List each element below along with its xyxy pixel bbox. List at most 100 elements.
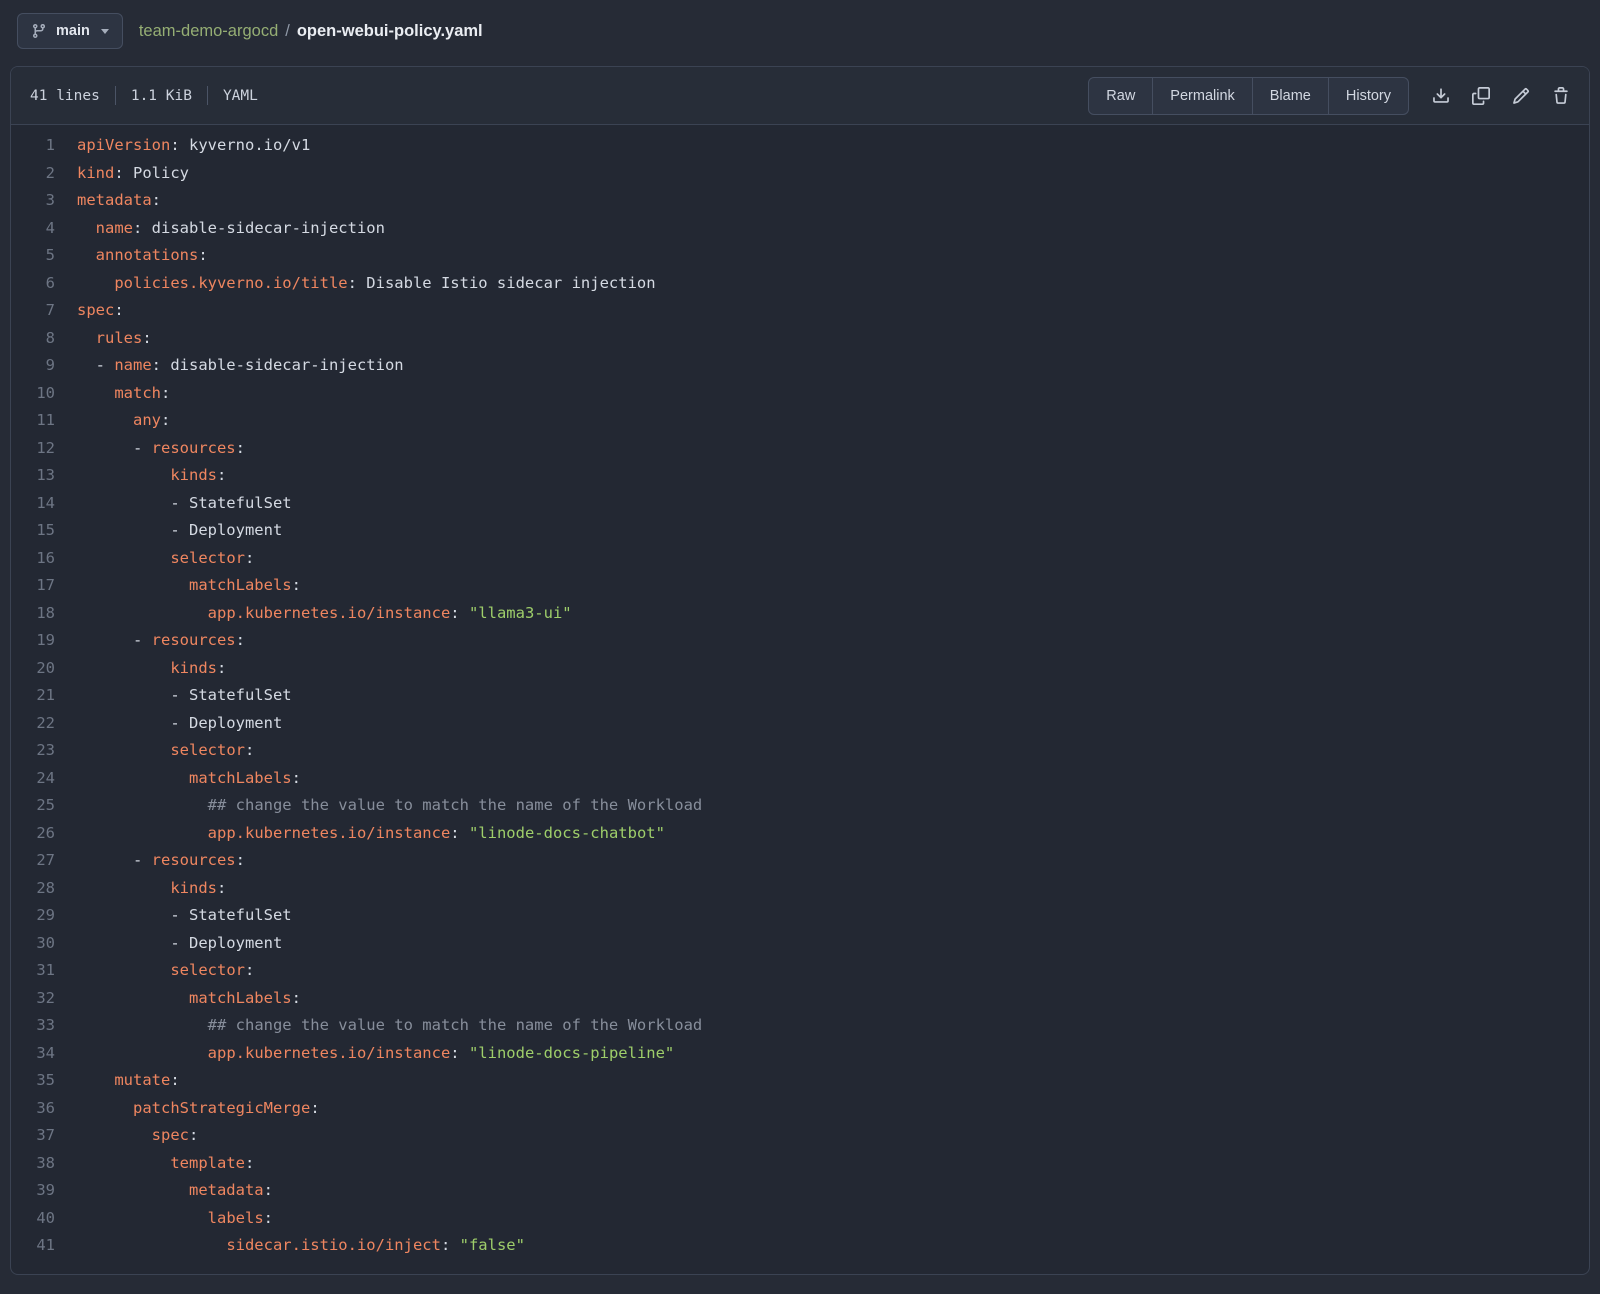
line-number[interactable]: 4 [11,215,77,243]
code-text: patchStrategicMerge: [77,1095,320,1123]
code-line: 16 selector: [11,545,1589,573]
code-line: 35 mutate: [11,1067,1589,1095]
line-number[interactable]: 14 [11,490,77,518]
code-line: 4 name: disable-sidecar-injection [11,215,1589,243]
line-number[interactable]: 24 [11,765,77,793]
code-text: matchLabels: [77,572,301,600]
blame-button[interactable]: Blame [1253,77,1329,115]
line-number[interactable]: 38 [11,1150,77,1178]
permalink-button[interactable]: Permalink [1153,77,1252,115]
code-line: 27 - resources: [11,847,1589,875]
line-number[interactable]: 28 [11,875,77,903]
code-line: 38 template: [11,1150,1589,1178]
code-line: 11 any: [11,407,1589,435]
line-number[interactable]: 31 [11,957,77,985]
code-text: - StatefulSet [77,682,292,710]
line-number[interactable]: 27 [11,847,77,875]
code-line: 40 labels: [11,1205,1589,1233]
line-number[interactable]: 29 [11,902,77,930]
code-text: kinds: [77,462,226,490]
code-line: 39 metadata: [11,1177,1589,1205]
code-text: mutate: [77,1067,180,1095]
file-header-bar: 41 lines 1.1 KiB YAML Raw Permalink Blam… [11,67,1589,125]
divider [207,86,208,105]
line-number[interactable]: 10 [11,380,77,408]
line-number[interactable]: 34 [11,1040,77,1068]
line-number[interactable]: 5 [11,242,77,270]
line-number[interactable]: 7 [11,297,77,325]
code-text: app.kubernetes.io/instance: "linode-docs… [77,1040,674,1068]
code-line: 3metadata: [11,187,1589,215]
download-icon[interactable] [1423,78,1459,114]
code-line: 34 app.kubernetes.io/instance: "linode-d… [11,1040,1589,1068]
code-text: selector: [77,545,254,573]
code-text: kinds: [77,655,226,683]
code-text: - StatefulSet [77,902,292,930]
branch-selector[interactable]: main [17,13,123,49]
line-number[interactable]: 35 [11,1067,77,1095]
line-number[interactable]: 39 [11,1177,77,1205]
code-text: sidecar.istio.io/inject: "false" [77,1232,525,1260]
code-text: - Deployment [77,930,282,958]
code-text: template: [77,1150,254,1178]
line-number[interactable]: 41 [11,1232,77,1260]
file-actions: Raw Permalink Blame History [1088,77,1579,115]
line-number[interactable]: 23 [11,737,77,765]
line-number[interactable]: 25 [11,792,77,820]
line-number[interactable]: 15 [11,517,77,545]
edit-icon[interactable] [1503,78,1539,114]
code-line: 10 match: [11,380,1589,408]
line-number[interactable]: 1 [11,132,77,160]
line-number[interactable]: 8 [11,325,77,353]
delete-icon[interactable] [1543,78,1579,114]
code-line: 6 policies.kyverno.io/title: Disable Ist… [11,270,1589,298]
code-line: 41 sidecar.istio.io/inject: "false" [11,1232,1589,1260]
line-number[interactable]: 37 [11,1122,77,1150]
line-number[interactable]: 16 [11,545,77,573]
file-size: 1.1 KiB [131,88,192,104]
code-line: 21 - StatefulSet [11,682,1589,710]
code-text: spec: [77,297,124,325]
code-line: 26 app.kubernetes.io/instance: "linode-d… [11,820,1589,848]
line-number[interactable]: 40 [11,1205,77,1233]
code-text: name: disable-sidecar-injection [77,215,385,243]
line-number[interactable]: 21 [11,682,77,710]
copy-icon[interactable] [1463,78,1499,114]
code-line: 36 patchStrategicMerge: [11,1095,1589,1123]
code-text: kind: Policy [77,160,189,188]
line-number[interactable]: 36 [11,1095,77,1123]
line-number[interactable]: 20 [11,655,77,683]
breadcrumb-repo-link[interactable]: team-demo-argocd [139,22,278,41]
history-button[interactable]: History [1329,77,1409,115]
code-line: 20 kinds: [11,655,1589,683]
line-number[interactable]: 11 [11,407,77,435]
breadcrumb: team-demo-argocd / open-webui-policy.yam… [139,22,483,41]
code-text: annotations: [77,242,208,270]
code-line: 24 matchLabels: [11,765,1589,793]
line-number[interactable]: 32 [11,985,77,1013]
line-number[interactable]: 17 [11,572,77,600]
code-text: labels: [77,1205,273,1233]
code-text: - name: disable-sidecar-injection [77,352,404,380]
line-number[interactable]: 18 [11,600,77,628]
line-number[interactable]: 26 [11,820,77,848]
file-lines-count: 41 lines [30,88,100,104]
code-text: metadata: [77,187,161,215]
line-number[interactable]: 30 [11,930,77,958]
code-text: policies.kyverno.io/title: Disable Istio… [77,270,656,298]
code-line: 30 - Deployment [11,930,1589,958]
line-number[interactable]: 3 [11,187,77,215]
raw-button[interactable]: Raw [1088,77,1153,115]
line-number[interactable]: 19 [11,627,77,655]
code-line: 13 kinds: [11,462,1589,490]
code-line: 15 - Deployment [11,517,1589,545]
line-number[interactable]: 2 [11,160,77,188]
line-number[interactable]: 33 [11,1012,77,1040]
code-line: 2kind: Policy [11,160,1589,188]
line-number[interactable]: 6 [11,270,77,298]
line-number[interactable]: 22 [11,710,77,738]
line-number[interactable]: 12 [11,435,77,463]
code-line: 31 selector: [11,957,1589,985]
line-number[interactable]: 9 [11,352,77,380]
line-number[interactable]: 13 [11,462,77,490]
